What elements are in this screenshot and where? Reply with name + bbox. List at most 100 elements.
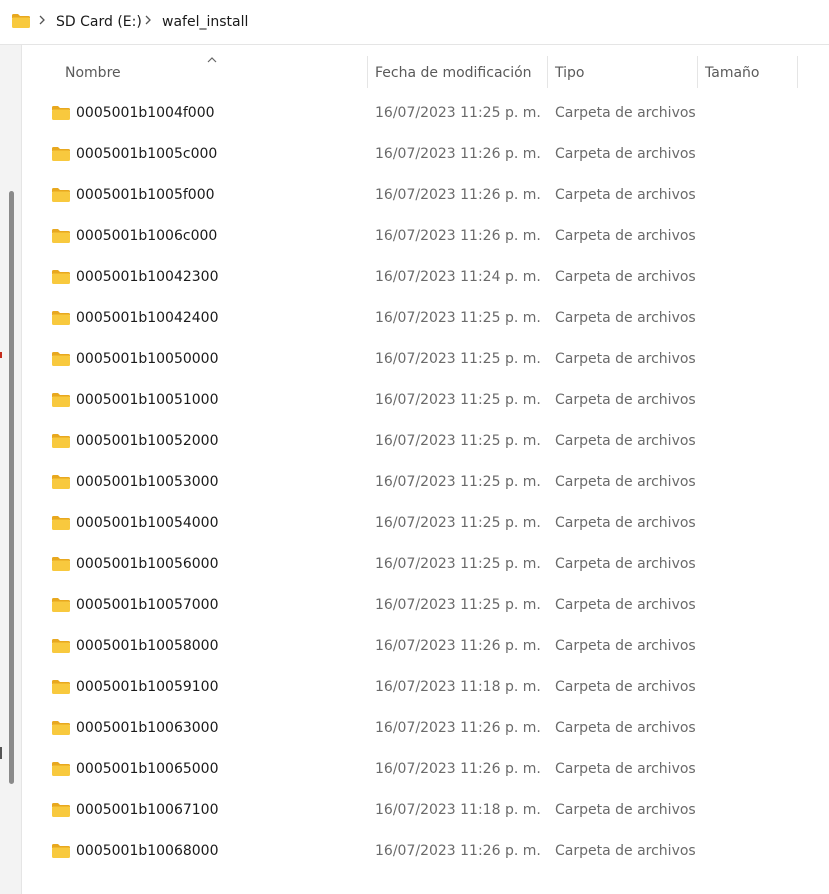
file-date-modified: 16/07/2023 11:25 p. m. xyxy=(375,433,541,449)
file-name[interactable]: 0005001b1004f000 xyxy=(76,104,215,122)
file-type: Carpeta de archivos xyxy=(555,597,696,613)
file-row[interactable]: 0005001b10058000 16/07/2023 11:26 p. m. Ca… xyxy=(22,627,829,668)
file-row[interactable]: 0005001b10050000 16/07/2023 11:25 p. m. Ca… xyxy=(22,340,829,381)
column-divider[interactable] xyxy=(367,56,368,88)
file-row[interactable]: 0005001b10052000 16/07/2023 11:25 p. m. Ca… xyxy=(22,422,829,463)
file-type: Carpeta de archivos xyxy=(555,269,696,285)
column-header-name[interactable]: Nombre xyxy=(65,64,121,82)
file-name[interactable]: 0005001b10051000 xyxy=(76,391,219,409)
file-row[interactable]: 0005001b1006c000 16/07/2023 11:26 p. m. Ca… xyxy=(22,217,829,258)
file-row[interactable]: 0005001b1004f000 16/07/2023 11:25 p. m. Ca… xyxy=(22,94,829,135)
file-type: Carpeta de archivos xyxy=(555,146,696,162)
file-date-modified: 16/07/2023 11:26 p. m. xyxy=(375,843,541,859)
file-row[interactable]: 0005001b10054000 16/07/2023 11:25 p. m. Ca… xyxy=(22,504,829,545)
file-row[interactable]: 0005001b10057000 16/07/2023 11:25 p. m. Ca… xyxy=(22,586,829,627)
file-row[interactable]: 0005001b10065000 16/07/2023 11:26 p. m. Ca… xyxy=(22,750,829,791)
file-name[interactable]: 0005001b10067100 xyxy=(76,801,219,819)
file-name[interactable]: 0005001b10058000 xyxy=(76,637,219,655)
folder-icon xyxy=(52,762,70,776)
column-divider[interactable] xyxy=(797,56,798,88)
folder-icon xyxy=(52,680,70,694)
file-row[interactable]: 0005001b10068000 16/07/2023 11:26 p. m. Ca… xyxy=(22,832,829,873)
scrollbar-thumb[interactable] xyxy=(9,191,14,784)
navigation-pane xyxy=(0,45,22,894)
file-date-modified: 16/07/2023 11:26 p. m. xyxy=(375,228,541,244)
folder-icon xyxy=(52,557,70,571)
file-type: Carpeta de archivos xyxy=(555,761,696,777)
folder-icon xyxy=(52,147,70,161)
file-type: Carpeta de archivos xyxy=(555,556,696,572)
file-date-modified: 16/07/2023 11:25 p. m. xyxy=(375,351,541,367)
folder-icon xyxy=(52,844,70,858)
file-date-modified: 16/07/2023 11:25 p. m. xyxy=(375,515,541,531)
pane-marker xyxy=(0,352,2,358)
file-row[interactable]: 0005001b10059100 16/07/2023 11:18 p. m. Ca… xyxy=(22,668,829,709)
file-name[interactable]: 0005001b10057000 xyxy=(76,596,219,614)
column-divider[interactable] xyxy=(547,56,548,88)
column-header-size[interactable]: Tamaño xyxy=(705,64,759,82)
folder-icon xyxy=(52,598,70,612)
file-name[interactable]: 0005001b10063000 xyxy=(76,719,219,737)
file-type: Carpeta de archivos xyxy=(555,515,696,531)
folder-icon xyxy=(12,14,30,28)
file-type: Carpeta de archivos xyxy=(555,351,696,367)
column-divider[interactable] xyxy=(697,56,698,88)
folder-icon xyxy=(52,803,70,817)
folder-icon xyxy=(52,311,70,325)
file-row[interactable]: 0005001b1005c000 16/07/2023 11:26 p. m. Ca… xyxy=(22,135,829,176)
file-list: 0005001b1004f000 16/07/2023 11:25 p. m. Ca… xyxy=(22,94,829,873)
file-name[interactable]: 0005001b1005c000 xyxy=(76,145,217,163)
file-type: Carpeta de archivos xyxy=(555,187,696,203)
file-type: Carpeta de archivos xyxy=(555,310,696,326)
file-row[interactable]: 0005001b10056000 16/07/2023 11:25 p. m. Ca… xyxy=(22,545,829,586)
file-date-modified: 16/07/2023 11:25 p. m. xyxy=(375,597,541,613)
file-date-modified: 16/07/2023 11:26 p. m. xyxy=(375,761,541,777)
file-date-modified: 16/07/2023 11:25 p. m. xyxy=(375,105,541,121)
file-name[interactable]: 0005001b10042400 xyxy=(76,309,219,327)
file-type: Carpeta de archivos xyxy=(555,105,696,121)
file-row[interactable]: 0005001b1005f000 16/07/2023 11:26 p. m. Ca… xyxy=(22,176,829,217)
folder-icon xyxy=(52,352,70,366)
file-date-modified: 16/07/2023 11:26 p. m. xyxy=(375,187,541,203)
file-date-modified: 16/07/2023 11:26 p. m. xyxy=(375,720,541,736)
file-date-modified: 16/07/2023 11:25 p. m. xyxy=(375,556,541,572)
file-date-modified: 16/07/2023 11:26 p. m. xyxy=(375,638,541,654)
column-header-date-modified[interactable]: Fecha de modificación xyxy=(375,64,532,82)
file-name[interactable]: 0005001b10054000 xyxy=(76,514,219,532)
breadcrumb-item-current-folder[interactable]: wafel_install xyxy=(162,13,248,31)
file-row[interactable]: 0005001b10063000 16/07/2023 11:26 p. m. Ca… xyxy=(22,709,829,750)
file-name[interactable]: 0005001b10042300 xyxy=(76,268,219,286)
file-date-modified: 16/07/2023 11:26 p. m. xyxy=(375,146,541,162)
file-row[interactable]: 0005001b10042300 16/07/2023 11:24 p. m. Ca… xyxy=(22,258,829,299)
file-name[interactable]: 0005001b10053000 xyxy=(76,473,219,491)
file-name[interactable]: 0005001b10056000 xyxy=(76,555,219,573)
breadcrumb-item-sd-card[interactable]: SD Card (E:) xyxy=(56,13,142,31)
file-name[interactable]: 0005001b10059100 xyxy=(76,678,219,696)
file-name[interactable]: 0005001b10052000 xyxy=(76,432,219,450)
pane-marker xyxy=(0,747,2,759)
folder-icon xyxy=(52,434,70,448)
file-type: Carpeta de archivos xyxy=(555,720,696,736)
column-header-type[interactable]: Tipo xyxy=(555,64,584,82)
file-name[interactable]: 0005001b10068000 xyxy=(76,842,219,860)
file-row[interactable]: 0005001b10051000 16/07/2023 11:25 p. m. Ca… xyxy=(22,381,829,422)
file-row[interactable]: 0005001b10067100 16/07/2023 11:18 p. m. Ca… xyxy=(22,791,829,832)
file-row[interactable]: 0005001b10053000 16/07/2023 11:25 p. m. Ca… xyxy=(22,463,829,504)
file-name[interactable]: 0005001b10050000 xyxy=(76,350,219,368)
file-date-modified: 16/07/2023 11:25 p. m. xyxy=(375,474,541,490)
folder-icon xyxy=(52,393,70,407)
file-name[interactable]: 0005001b1005f000 xyxy=(76,186,215,204)
file-row[interactable]: 0005001b10042400 16/07/2023 11:25 p. m. Ca… xyxy=(22,299,829,340)
folder-icon xyxy=(52,516,70,530)
file-date-modified: 16/07/2023 11:25 p. m. xyxy=(375,392,541,408)
file-type: Carpeta de archivos xyxy=(555,802,696,818)
file-date-modified: 16/07/2023 11:18 p. m. xyxy=(375,802,541,818)
folder-icon xyxy=(52,721,70,735)
address-bar[interactable]: SD Card (E:) wafel_install xyxy=(0,0,829,45)
file-type: Carpeta de archivos xyxy=(555,228,696,244)
file-type: Carpeta de archivos xyxy=(555,679,696,695)
file-name[interactable]: 0005001b10065000 xyxy=(76,760,219,778)
file-type: Carpeta de archivos xyxy=(555,474,696,490)
file-name[interactable]: 0005001b1006c000 xyxy=(76,227,217,245)
folder-icon xyxy=(52,188,70,202)
